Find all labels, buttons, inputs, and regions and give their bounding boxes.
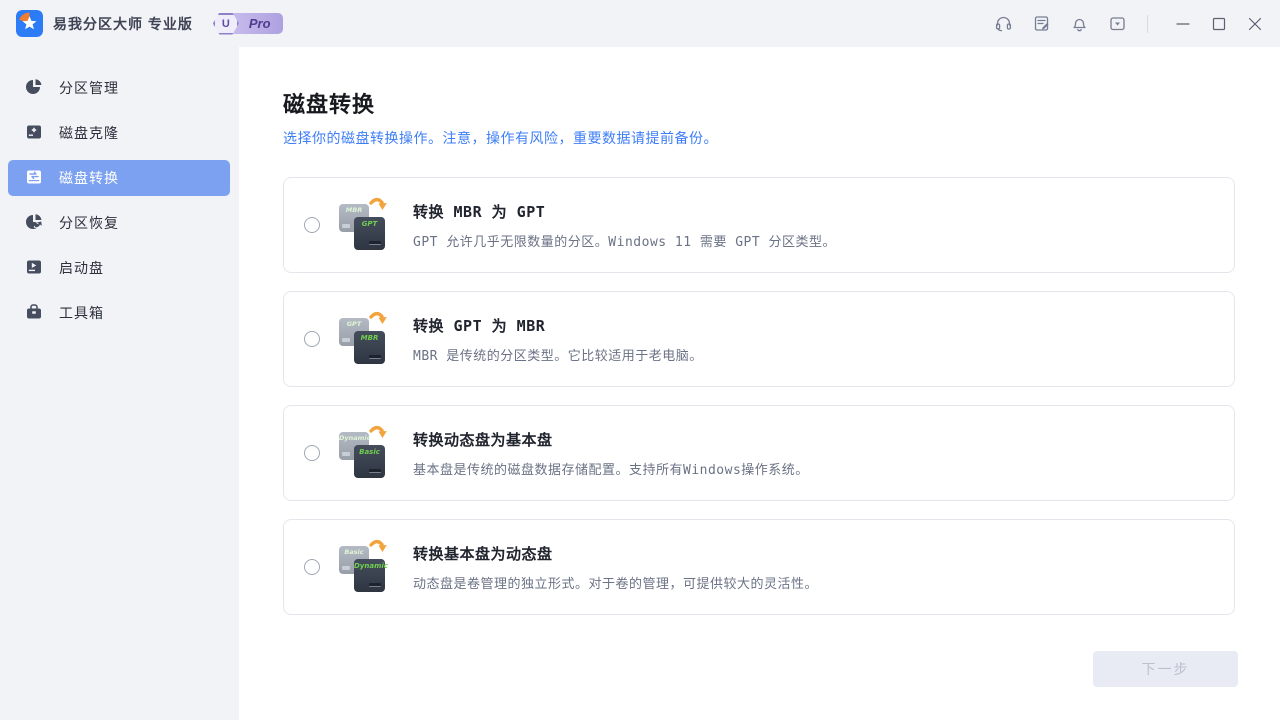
bell-icon[interactable] — [1069, 14, 1089, 34]
option-title: 转换 GPT 为 MBR — [413, 315, 703, 336]
footer: 下一步 — [1093, 651, 1238, 687]
menu-dropdown-icon[interactable] — [1107, 14, 1127, 34]
sidebar-item-label: 磁盘转换 — [59, 168, 119, 188]
option-title: 转换 MBR 为 GPT — [413, 201, 836, 222]
convert-arrow-icon — [368, 196, 388, 216]
option-title: 转换基本盘为动态盘 — [413, 543, 818, 564]
boot-disk-icon — [25, 258, 43, 279]
option-card-gpt-to-mbr[interactable]: GPT MBR 转换 GPT 为 MBR MBR 是传统的分区类型。它比较适用于… — [283, 291, 1235, 387]
radio-button[interactable] — [304, 445, 320, 461]
toolbox-icon — [25, 303, 43, 324]
gpt-to-mbr-icon: GPT MBR — [339, 314, 385, 364]
option-card-dynamic-to-basic[interactable]: Dynamic Basic 转换动态盘为基本盘 基本盘是传统的磁盘数据存储配置。… — [283, 405, 1235, 501]
option-description: MBR 是传统的分区类型。它比较适用于老电脑。 — [413, 345, 703, 364]
convert-arrow-icon — [368, 538, 388, 558]
headset-icon[interactable] — [993, 14, 1013, 34]
convert-arrow-icon — [368, 424, 388, 444]
radio-button[interactable] — [304, 331, 320, 347]
sidebar-item-label: 工具箱 — [59, 303, 104, 323]
sidebar-item-label: 启动盘 — [59, 258, 104, 278]
sidebar-item-label: 分区恢复 — [59, 213, 119, 233]
sidebar-item-partition-manage[interactable]: 分区管理 — [8, 70, 230, 106]
option-card-mbr-to-gpt[interactable]: MBR GPT 转换 MBR 为 GPT GPT 允许几乎无限数量的分区。Win… — [283, 177, 1235, 273]
option-card-basic-to-dynamic[interactable]: Basic Dynamic 转换基本盘为动态盘 动态盘是卷管理的独立形式。对于卷… — [283, 519, 1235, 615]
titlebar-divider — [1147, 15, 1148, 33]
pie-chart-icon — [25, 78, 43, 99]
titlebar-left: 易我分区大师 专业版 U Pro — [16, 10, 283, 37]
disk-convert-icon — [25, 168, 43, 189]
minimize-icon[interactable] — [1172, 13, 1194, 35]
sidebar-item-label: 分区管理 — [59, 78, 119, 98]
sidebar-item-boot-disk[interactable]: 启动盘 — [8, 250, 230, 286]
app-logo-icon — [16, 10, 43, 37]
pie-recover-icon — [25, 213, 43, 234]
radio-button[interactable] — [304, 559, 320, 575]
option-description: 基本盘是传统的磁盘数据存储配置。支持所有Windows操作系统。 — [413, 459, 809, 478]
convert-arrow-icon — [368, 310, 388, 330]
option-description: GPT 允许几乎无限数量的分区。Windows 11 需要 GPT 分区类型。 — [413, 231, 836, 250]
sidebar-item-disk-clone[interactable]: 磁盘克隆 — [8, 115, 230, 151]
disk-plus-icon — [25, 123, 43, 144]
mbr-to-gpt-icon: MBR GPT — [339, 200, 385, 250]
pro-badge-label: Pro — [249, 16, 271, 31]
titlebar-right — [975, 13, 1266, 35]
app-title: 易我分区大师 专业版 — [53, 14, 193, 34]
titlebar: 易我分区大师 专业版 U Pro — [0, 0, 1280, 47]
sidebar-item-toolbox[interactable]: 工具箱 — [8, 295, 230, 331]
dynamic-to-basic-icon: Dynamic Basic — [339, 428, 385, 478]
app-window: 易我分区大师 专业版 U Pro — [0, 0, 1280, 720]
main-content: 磁盘转换 选择你的磁盘转换操作。注意，操作有风险，重要数据请提前备份。 MBR … — [239, 47, 1280, 720]
radio-button[interactable] — [304, 217, 320, 233]
page-title: 磁盘转换 — [283, 87, 1235, 119]
feedback-note-icon[interactable] — [1031, 14, 1051, 34]
option-description: 动态盘是卷管理的独立形式。对于卷的管理，可提供较大的灵活性。 — [413, 573, 818, 592]
sidebar: 分区管理 磁盘克隆 磁盘转换 分区恢复 启动盘 工具箱 — [0, 47, 239, 720]
close-icon[interactable] — [1244, 13, 1266, 35]
next-button[interactable]: 下一步 — [1093, 651, 1238, 687]
sidebar-item-disk-convert[interactable]: 磁盘转换 — [8, 160, 230, 196]
page-subtitle: 选择你的磁盘转换操作。注意，操作有风险，重要数据请提前备份。 — [283, 128, 1235, 148]
sidebar-item-label: 磁盘克隆 — [59, 123, 119, 143]
basic-to-dynamic-icon: Basic Dynamic — [339, 542, 385, 592]
maximize-icon[interactable] — [1208, 13, 1230, 35]
option-title: 转换动态盘为基本盘 — [413, 429, 809, 450]
sidebar-item-partition-recover[interactable]: 分区恢复 — [8, 205, 230, 241]
conversion-options: MBR GPT 转换 MBR 为 GPT GPT 允许几乎无限数量的分区。Win… — [283, 177, 1235, 615]
pro-badge: U Pro — [213, 13, 283, 35]
